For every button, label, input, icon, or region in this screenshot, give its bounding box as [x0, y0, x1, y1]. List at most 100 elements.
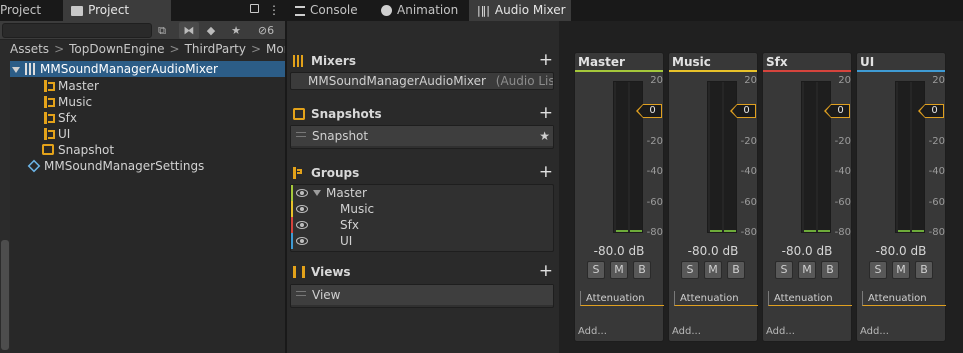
star-icon[interactable]: ★ — [539, 126, 550, 146]
strip-title[interactable]: Sfx — [763, 53, 851, 71]
mixer-list-item[interactable]: MMSoundManagerAudioMixer (Audio Liste — [291, 73, 553, 89]
tree-item-group-music[interactable]: Music — [44, 94, 92, 110]
bypass-button[interactable]: B — [633, 261, 651, 279]
view-list-item[interactable]: View — [291, 285, 553, 305]
vu-meter-left-channel — [616, 82, 628, 232]
group-row-music[interactable]: Music — [291, 201, 553, 217]
tree-item-settings[interactable]: MMSoundManagerSettings — [27, 158, 205, 174]
strip-title[interactable]: Music — [669, 53, 757, 71]
effect-attenuation[interactable]: Attenuation — [862, 291, 946, 306]
add-effect-button[interactable]: Add... — [578, 326, 607, 337]
effect-attenuation[interactable]: Attenuation — [674, 291, 758, 306]
tree-item-label: MMSoundManagerAudioMixer — [40, 62, 218, 76]
effect-attenuation[interactable]: Attenuation — [768, 291, 852, 306]
volume-fader[interactable]: 0 — [824, 104, 850, 119]
add-group-button[interactable]: + — [539, 164, 553, 181]
tree-item-group-master[interactable]: Master — [44, 78, 99, 94]
bypass-button[interactable]: B — [821, 261, 839, 279]
eye-icon[interactable] — [296, 189, 308, 197]
group-row-master[interactable]: Master — [291, 185, 553, 201]
strip-title[interactable]: UI — [857, 53, 945, 71]
filter-by-label-icon[interactable]: ◆ — [201, 22, 221, 39]
volume-db-readout[interactable]: -80.0 dB — [763, 244, 851, 258]
solo-button[interactable]: S — [775, 261, 793, 279]
tab-animation[interactable]: Animation — [373, 0, 469, 21]
drag-handle-icon[interactable] — [296, 132, 306, 137]
tree-item-group-sfx[interactable]: Sfx — [44, 110, 77, 126]
volume-db-readout[interactable]: -80.0 dB — [669, 244, 757, 258]
mute-button[interactable]: M — [704, 261, 722, 279]
scale-label: -60 — [646, 196, 663, 208]
add-effect-button[interactable]: Add... — [672, 326, 701, 337]
volume-fader[interactable]: 0 — [636, 104, 662, 119]
expand-arrow-icon[interactable] — [12, 66, 20, 73]
scrollbar-thumb[interactable] — [1, 240, 9, 350]
tab-audio-mixer[interactable]: |‖| Audio Mixer — [469, 0, 571, 21]
fader-pointer-icon — [824, 104, 831, 119]
breadcrumb-item[interactable]: ThirdParty — [185, 42, 246, 56]
breadcrumb-item[interactable]: Assets — [10, 42, 49, 56]
group-name: Music — [340, 202, 375, 216]
scale-label: -60 — [834, 196, 851, 208]
solo-button[interactable]: S — [681, 261, 699, 279]
mixer-output-label: (Audio Liste — [495, 74, 553, 88]
tree-item-audio-mixer[interactable]: MMSoundManagerAudioMixer — [10, 61, 285, 77]
tree-item-label: Sfx — [58, 111, 77, 125]
solo-button[interactable]: S — [869, 261, 887, 279]
add-mixer-button[interactable]: + — [539, 52, 553, 69]
collapse-arrow-icon[interactable] — [313, 190, 321, 196]
tab-project-1[interactable]: Project — [0, 0, 49, 21]
tab-console[interactable]: Console — [287, 0, 373, 21]
mute-button[interactable]: M — [892, 261, 910, 279]
eye-icon[interactable] — [296, 221, 308, 229]
fader-value: 0 — [649, 105, 656, 117]
hidden-packages-toggle[interactable]: ⊘6 — [250, 22, 282, 39]
audio-mixer-icon — [293, 55, 305, 67]
volume-db-readout[interactable]: -80.0 dB — [857, 244, 945, 258]
group-row-sfx[interactable]: Sfx — [291, 217, 553, 233]
group-color-bar — [291, 185, 293, 201]
mute-button[interactable]: M — [798, 261, 816, 279]
search-by-type-icon[interactable]: ⧉ — [152, 22, 172, 39]
tree-item-label: MMSoundManagerSettings — [44, 159, 205, 173]
audio-group-icon — [44, 128, 55, 140]
tree-item-snapshot[interactable]: Snapshot — [42, 142, 114, 158]
volume-fader[interactable]: 0 — [918, 104, 944, 119]
tree-item-label: Snapshot — [58, 143, 115, 157]
breadcrumb-item[interactable]: More — [266, 42, 285, 56]
audio-mixer-icon: |‖| — [477, 4, 490, 17]
solo-button[interactable]: S — [587, 261, 605, 279]
lock-icon[interactable] — [250, 4, 259, 13]
favorite-star-icon[interactable]: ★ — [226, 22, 246, 39]
breadcrumb-separator: > — [169, 42, 180, 56]
group-name: Master — [326, 186, 367, 200]
mixers-list: MMSoundManagerAudioMixer (Audio Liste — [290, 72, 554, 90]
mute-button[interactable]: M — [610, 261, 628, 279]
filter-by-type-icon[interactable]: ⧓ — [179, 22, 199, 39]
snapshot-list-item[interactable]: Snapshot ★ — [291, 126, 553, 146]
volume-fader[interactable]: 0 — [730, 104, 756, 119]
volume-db-readout[interactable]: -80.0 dB — [575, 244, 663, 258]
drag-handle-icon[interactable] — [296, 291, 306, 296]
add-snapshot-button[interactable]: + — [539, 105, 553, 122]
scale-label: 20 — [838, 75, 851, 86]
search-input[interactable] — [2, 23, 152, 38]
add-effect-button[interactable]: Add... — [766, 326, 795, 337]
kebab-menu-icon[interactable]: ⋮ — [268, 2, 280, 18]
eye-icon[interactable] — [296, 205, 308, 213]
breadcrumb-item[interactable]: TopDownEngine — [69, 42, 164, 56]
bypass-button[interactable]: B — [727, 261, 745, 279]
group-name: UI — [340, 234, 353, 248]
project-scrollbar[interactable] — [0, 40, 10, 353]
tree-item-group-ui[interactable]: UI — [44, 126, 70, 142]
bypass-button[interactable]: B — [915, 261, 933, 279]
strip-color-bar — [669, 70, 757, 72]
eye-icon[interactable] — [296, 237, 308, 245]
strip-title[interactable]: Master — [575, 53, 663, 71]
group-row-ui[interactable]: UI — [291, 233, 553, 249]
add-effect-button[interactable]: Add... — [860, 326, 889, 337]
add-view-button[interactable]: + — [539, 263, 553, 280]
effect-attenuation[interactable]: Attenuation — [580, 291, 664, 306]
tab-project-2[interactable]: Project — [63, 0, 172, 21]
breadcrumb: Assets > TopDownEngine > ThirdParty > More — [10, 41, 285, 58]
